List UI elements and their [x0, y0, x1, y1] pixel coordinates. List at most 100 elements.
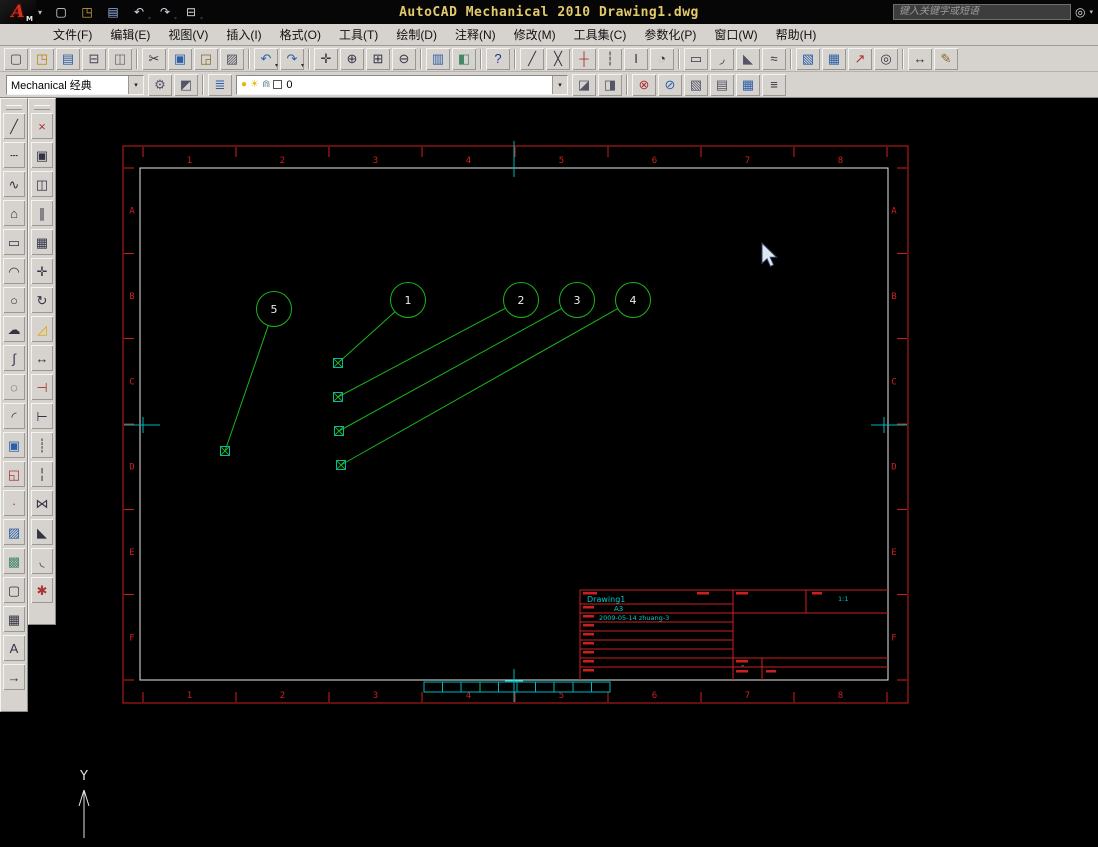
workspace-combo[interactable]: Mechanical 经典 ▾ — [6, 74, 144, 95]
ray-button[interactable]: → — [3, 664, 25, 690]
menu-draw[interactable]: 绘制(D) — [387, 24, 446, 46]
menu-help[interactable]: 帮助(H) — [767, 24, 826, 46]
ellipse-button[interactable]: ◌ — [3, 374, 25, 400]
balloon-5[interactable]: 5 — [220, 291, 292, 456]
am-bom-button[interactable]: ≡ — [762, 73, 786, 96]
qat-plot-button[interactable]: ⊟ ▾ — [179, 1, 203, 23]
scale-button[interactable]: ◿ — [31, 316, 53, 342]
layer-combo[interactable]: ● ☀ ⋒ 0 ▾ — [236, 74, 568, 95]
make-object-layer-current-button[interactable]: ◪ — [572, 73, 596, 96]
am-mechanical-options-button[interactable]: ⊗ — [632, 73, 656, 96]
array-button[interactable]: ▦ — [31, 229, 53, 255]
menu-content[interactable]: 工具集(C) — [565, 24, 636, 46]
drawing-area[interactable]: 1 1 2 2 3 3 4 4 5 5 6 6 7 7 8 8 A A B B C C D D E E F F 5 1 2 3 4 Drawi… — [0, 98, 1098, 847]
am-rectangle-button[interactable]: ▭ — [684, 47, 708, 70]
layer-properties-manager-button[interactable]: ≣ — [208, 73, 232, 96]
am-detail-button[interactable]: ◔ — [650, 47, 674, 70]
am-structure-button[interactable]: ▤ — [710, 73, 734, 96]
extend-button[interactable]: ⊢ — [31, 403, 53, 429]
rectangle-button[interactable]: ▭ — [3, 229, 25, 255]
polyline-button[interactable]: ∿ — [3, 171, 25, 197]
qat-redo-button[interactable]: ↷ ▾ — [153, 1, 177, 23]
am-chamfer-button[interactable]: ◣ — [736, 47, 760, 70]
menu-insert[interactable]: 插入(I) — [217, 24, 270, 46]
insert-block-button[interactable]: ▣ — [3, 432, 25, 458]
qat-new-button[interactable]: ▢ — [49, 1, 73, 23]
am-centerline-button[interactable]: ┼ — [572, 47, 596, 70]
break-at-point-button[interactable]: ┊ — [31, 432, 53, 458]
zoom-window-button[interactable]: ⊞ — [366, 47, 390, 70]
match-properties-button[interactable]: ▨ — [220, 47, 244, 70]
am-parts-list-button[interactable]: ▦ — [736, 73, 760, 96]
am-layer-control-button[interactable]: ⊘ — [658, 73, 682, 96]
am-power-edit-button[interactable]: ✎ — [934, 47, 958, 70]
break-button[interactable]: ╎ — [31, 461, 53, 487]
properties-button[interactable]: ▥ — [426, 47, 450, 70]
balloon-4[interactable]: 4 — [336, 282, 651, 470]
layer-combo-arrow-icon[interactable]: ▾ — [552, 75, 567, 94]
new-button[interactable]: ▢ — [4, 47, 28, 70]
am-symmetry-line-button[interactable]: ╳ — [546, 47, 570, 70]
open-button[interactable]: ◳ — [30, 47, 54, 70]
trim-button[interactable]: ⊣ — [31, 374, 53, 400]
spline-button[interactable]: ∫ — [3, 345, 25, 371]
am-leader-button[interactable]: ↗ — [848, 47, 872, 70]
qat-save-button[interactable]: ▤ — [101, 1, 125, 23]
workspace-settings-button[interactable]: ⚙ — [148, 73, 172, 96]
copy-button[interactable]: ▣ — [168, 47, 192, 70]
offset-button[interactable]: ∥ — [31, 200, 53, 226]
am-hatch-ansi31-button[interactable]: ▧ — [796, 47, 820, 70]
circle-button[interactable]: ○ — [3, 287, 25, 313]
construction-line-button[interactable]: ┄ — [3, 142, 25, 168]
mirror-button[interactable]: ◫ — [31, 171, 53, 197]
paste-button[interactable]: ◲ — [194, 47, 218, 70]
polygon-button[interactable]: ⌂ — [3, 200, 25, 226]
move-button[interactable]: ✛ — [31, 258, 53, 284]
qat-open-button[interactable]: ◳ — [75, 1, 99, 23]
plot-button[interactable]: ⊟ — [82, 47, 106, 70]
search-input[interactable]: 键入关键字或短语 — [893, 4, 1071, 20]
binoculars-search-icon[interactable]: ◎ — [1075, 5, 1085, 19]
am-layergroup-button[interactable]: ▧ — [684, 73, 708, 96]
rotate-button[interactable]: ↻ — [31, 287, 53, 313]
menu-view[interactable]: 视图(V) — [159, 24, 217, 46]
explode-button[interactable]: ✱ — [31, 577, 53, 603]
menu-parametric[interactable]: 参数化(P) — [635, 24, 705, 46]
revision-cloud-button[interactable]: ☁ — [3, 316, 25, 342]
design-center-button[interactable]: ◧ — [452, 47, 476, 70]
undo-button[interactable]: ↶ ▾ — [254, 47, 278, 70]
layer-on-icon[interactable]: ● — [241, 79, 247, 90]
am-power-dimension-button[interactable]: ↔ — [908, 47, 932, 70]
cut-button[interactable]: ✂ — [142, 47, 166, 70]
menu-annotate[interactable]: 注释(N) — [446, 24, 505, 46]
layer-lock-icon[interactable]: ⋒ — [262, 79, 270, 90]
search-options-arrow-icon[interactable]: ▾ — [1089, 8, 1093, 16]
menu-format[interactable]: 格式(O) — [271, 24, 330, 46]
am-balloon-button[interactable]: ◎ — [874, 47, 898, 70]
workspace-combo-arrow-icon[interactable]: ▾ — [128, 75, 143, 94]
am-line-button[interactable]: ╱ — [520, 47, 544, 70]
balloon-1[interactable]: 1 — [333, 282, 426, 368]
save-button[interactable]: ▤ — [56, 47, 80, 70]
point-button[interactable]: ∙ — [3, 490, 25, 516]
balloon-3[interactable]: 3 — [334, 282, 595, 436]
am-construction-line-button[interactable]: ┆ — [598, 47, 622, 70]
am-thread-button[interactable]: ≈ — [762, 47, 786, 70]
layer-previous-button[interactable]: ◨ — [598, 73, 622, 96]
table-button[interactable]: ▦ — [3, 606, 25, 632]
menu-window[interactable]: 窗口(W) — [705, 24, 766, 46]
erase-button[interactable]: × — [31, 113, 53, 139]
app-menu-arrow-icon[interactable]: ▾ — [38, 8, 42, 17]
layer-freeze-icon[interactable]: ☀ — [250, 79, 259, 90]
redo-button[interactable]: ↷ ▾ — [280, 47, 304, 70]
zoom-previous-button[interactable]: ⊖ — [392, 47, 416, 70]
fillet-button[interactable]: ◟ — [31, 548, 53, 574]
chamfer-button[interactable]: ◣ — [31, 519, 53, 545]
line-button[interactable]: ╱ — [3, 113, 25, 139]
menu-edit[interactable]: 编辑(E) — [101, 24, 159, 46]
am-hatch-ansi37-button[interactable]: ▦ — [822, 47, 846, 70]
balloon-2[interactable]: 2 — [333, 282, 539, 402]
gradient-button[interactable]: ▩ — [3, 548, 25, 574]
workspace-save-button[interactable]: ◩ — [174, 73, 198, 96]
hatch-button[interactable]: ▨ — [3, 519, 25, 545]
